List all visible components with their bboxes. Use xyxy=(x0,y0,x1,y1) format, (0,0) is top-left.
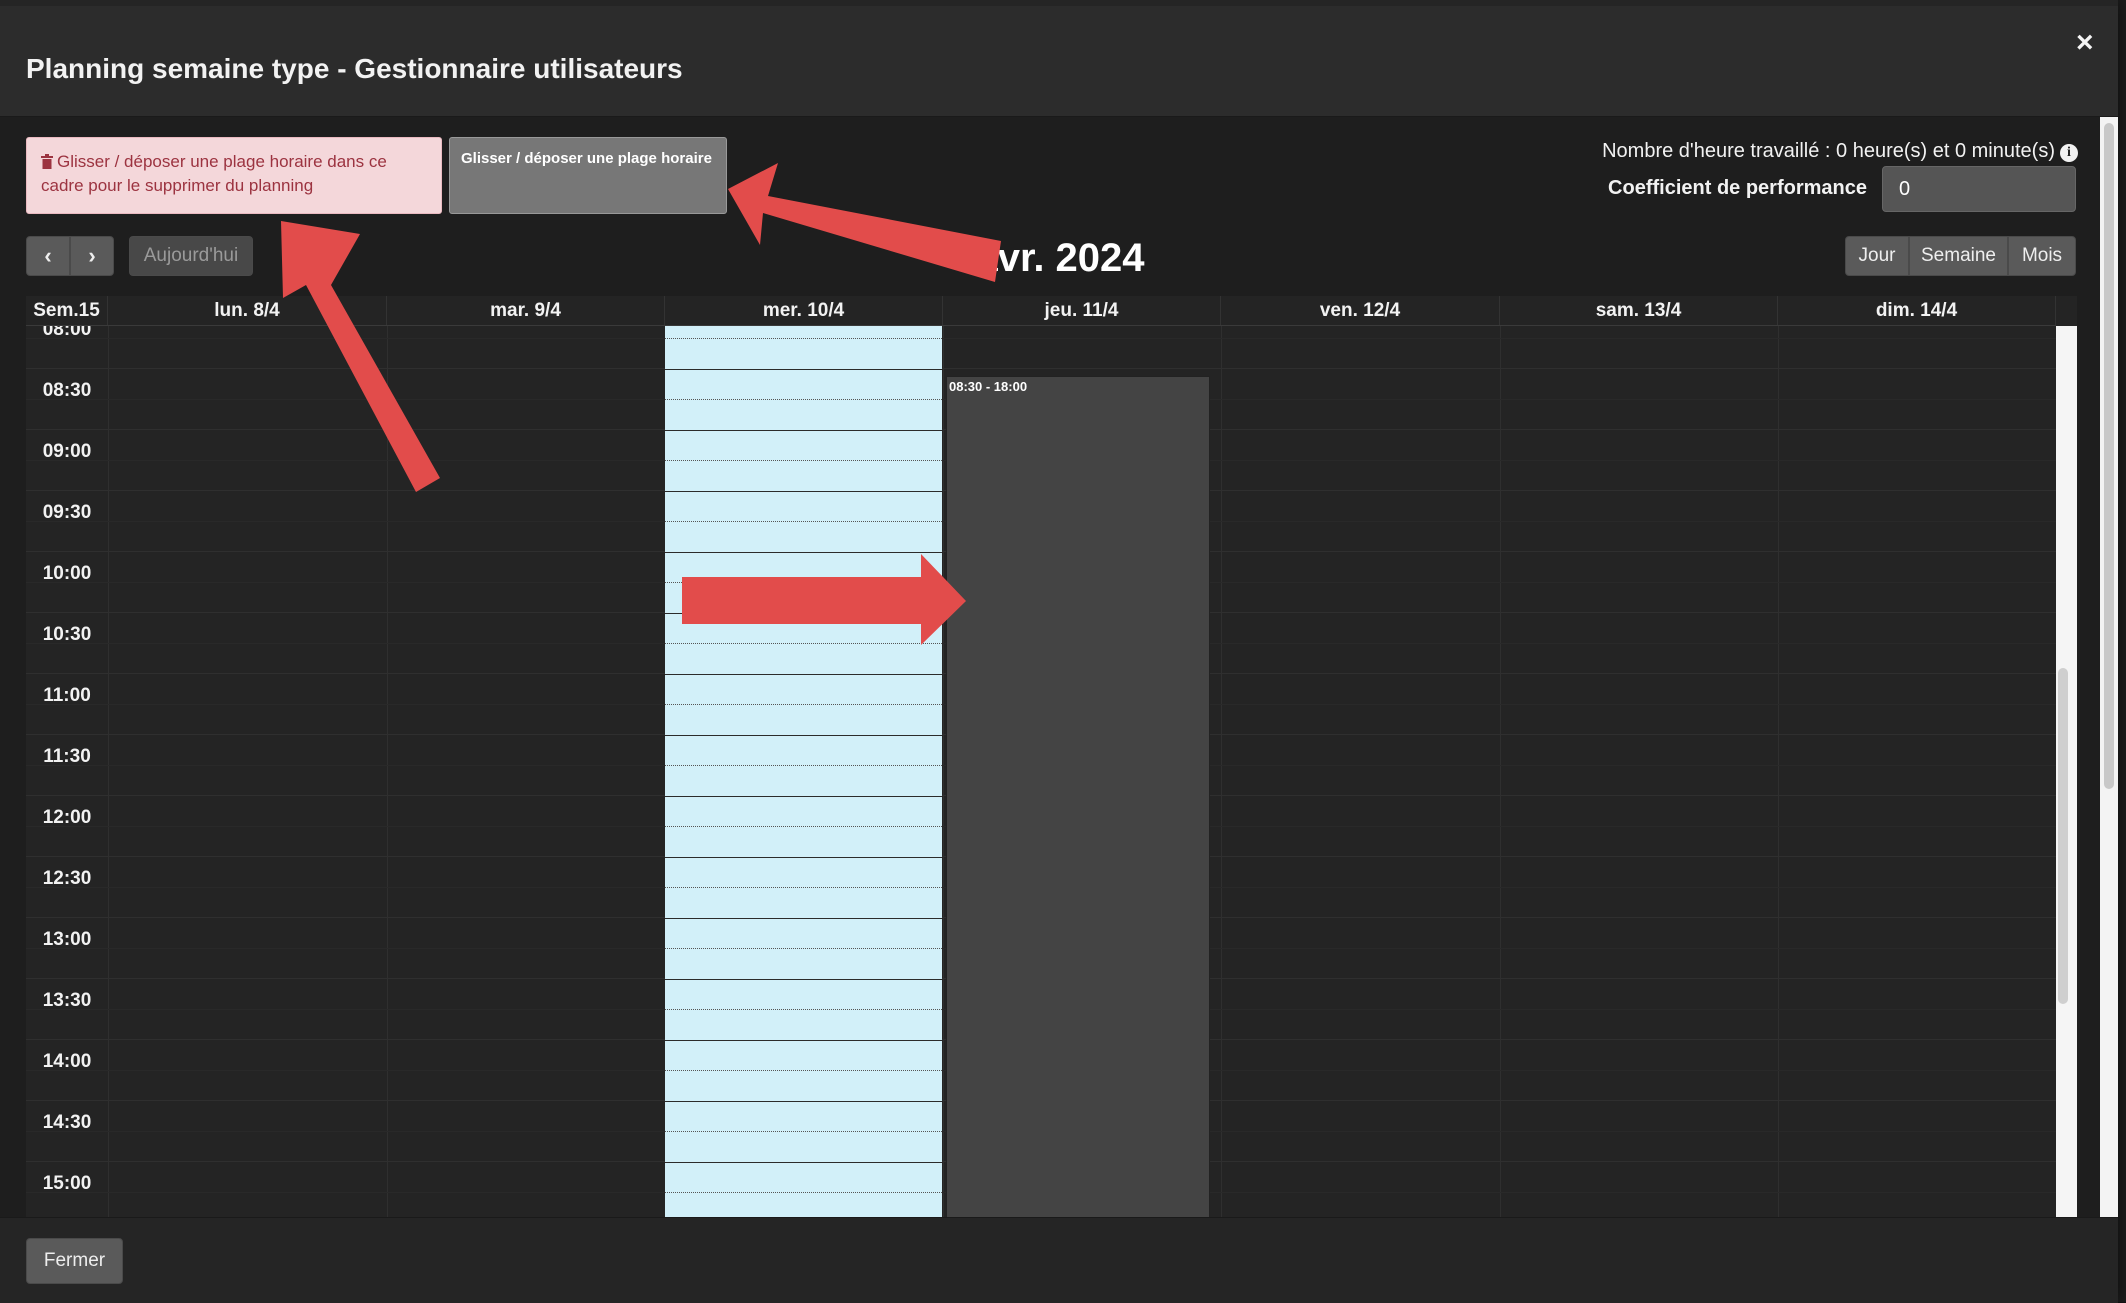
slot-line xyxy=(665,857,942,858)
week-number: Sem.15 xyxy=(26,296,108,325)
modal-title: Planning semaine type - Gestionnaire uti… xyxy=(26,53,683,84)
time-label: 12:30 xyxy=(42,868,92,889)
hours-worked-label: Nombre d'heure travaillé : 0 heure(s) et… xyxy=(1602,140,2055,162)
time-label: 09:30 xyxy=(42,502,92,523)
modal-scrollbar-thumb[interactable] xyxy=(2104,123,2114,789)
week-calendar: Sem.15 lun. 8/4 mar. 9/4 mer. 10/4 jeu. … xyxy=(26,296,2077,1217)
time-label: 09:00 xyxy=(42,441,92,462)
performance-input[interactable] xyxy=(1882,166,2076,212)
chevron-right-icon: › xyxy=(88,243,96,268)
day-header-sun: dim. 14/4 xyxy=(1778,296,2056,325)
trash-drop-zone-text: Glisser / déposer une plage horaire dans… xyxy=(41,152,387,195)
day-header-wed: mer. 10/4 xyxy=(665,296,943,325)
view-day-button[interactable]: Jour xyxy=(1845,236,1909,276)
slot-line xyxy=(665,369,942,370)
slot-line xyxy=(665,887,942,888)
slot-line xyxy=(665,430,942,431)
chevron-left-icon: ‹ xyxy=(44,243,52,268)
modal-header: Planning semaine type - Gestionnaire uti… xyxy=(0,6,2118,117)
time-label: 10:00 xyxy=(42,563,92,584)
slot-line xyxy=(665,613,942,614)
time-label: 12:00 xyxy=(42,807,92,828)
slot-line xyxy=(665,1162,942,1163)
time-label: 11:00 xyxy=(43,685,91,706)
view-week-button[interactable]: Semaine xyxy=(1909,236,2008,276)
slot-line xyxy=(665,338,942,339)
day-header-mon: lun. 8/4 xyxy=(108,296,387,325)
time-label: 14:30 xyxy=(42,1112,92,1133)
slot-line xyxy=(665,674,942,675)
slot-line xyxy=(26,368,2056,369)
time-label: 14:00 xyxy=(42,1051,92,1072)
day-header-sat: sam. 13/4 xyxy=(1500,296,1778,325)
slot-line xyxy=(665,704,942,705)
slot-line xyxy=(665,552,942,553)
slot-line xyxy=(665,826,942,827)
time-grid[interactable]: 08:30 - 18:00 08:00 08:30 09:00 09:30 10:00 1… xyxy=(26,326,2056,1217)
slot-line xyxy=(665,765,942,766)
slot-line xyxy=(665,399,942,400)
slot-line xyxy=(665,1009,942,1010)
slot-line xyxy=(665,796,942,797)
time-label: 13:00 xyxy=(42,929,92,950)
slot-line xyxy=(665,491,942,492)
slot-line xyxy=(665,1101,942,1102)
slot-line xyxy=(665,582,942,583)
slot-line xyxy=(665,1040,942,1041)
modal-scrollbar[interactable] xyxy=(2100,117,2118,1217)
day-header-fri: ven. 12/4 xyxy=(1221,296,1500,325)
slot-line xyxy=(665,948,942,949)
slot-line xyxy=(665,735,942,736)
prev-week-button[interactable]: ‹ xyxy=(26,236,70,276)
view-month-button[interactable]: Mois xyxy=(2008,236,2076,276)
time-label: 13:30 xyxy=(42,990,92,1011)
info-icon[interactable]: i xyxy=(2060,144,2078,162)
slot-line xyxy=(665,1192,942,1193)
highlighted-day-column[interactable] xyxy=(665,326,942,1217)
slot-line xyxy=(665,1070,942,1071)
performance-label: Coefficient de performance xyxy=(1608,177,1867,199)
time-label: 08:00 xyxy=(42,326,92,340)
time-label: 15:00 xyxy=(42,1173,92,1194)
close-icon[interactable]: × xyxy=(2076,28,2094,58)
slot-line xyxy=(665,1131,942,1132)
slot-line xyxy=(665,643,942,644)
day-header-tue: mar. 9/4 xyxy=(387,296,665,325)
trash-icon xyxy=(41,154,53,169)
slot-line xyxy=(665,979,942,980)
today-button[interactable]: Aujourd'hui xyxy=(129,236,253,276)
planning-modal: Planning semaine type - Gestionnaire uti… xyxy=(0,0,2118,1303)
slot-line xyxy=(665,460,942,461)
hours-worked: Nombre d'heure travaillé : 0 heure(s) et… xyxy=(1500,139,2078,163)
day-header-thu: jeu. 11/4 xyxy=(943,296,1221,325)
time-label: 10:30 xyxy=(42,624,92,645)
calendar-title: avr. 2024 xyxy=(975,236,1145,280)
draggable-time-slot[interactable]: Glisser / déposer une plage horaire xyxy=(449,137,727,214)
modal-footer xyxy=(0,1217,2118,1303)
calendar-scrollbar-thumb[interactable] xyxy=(2058,668,2068,1004)
trash-drop-zone[interactable]: Glisser / déposer une plage horaire dans… xyxy=(26,137,442,214)
slot-line xyxy=(665,918,942,919)
time-slot-event[interactable]: 08:30 - 18:00 xyxy=(946,376,1210,1217)
time-label: 11:30 xyxy=(43,746,91,767)
event-time-label: 08:30 - 18:00 xyxy=(949,379,1028,394)
next-week-button[interactable]: › xyxy=(70,236,114,276)
time-label: 08:30 xyxy=(42,380,92,401)
slot-line xyxy=(26,338,2056,339)
close-button[interactable]: Fermer xyxy=(26,1238,123,1284)
slot-line xyxy=(665,521,942,522)
